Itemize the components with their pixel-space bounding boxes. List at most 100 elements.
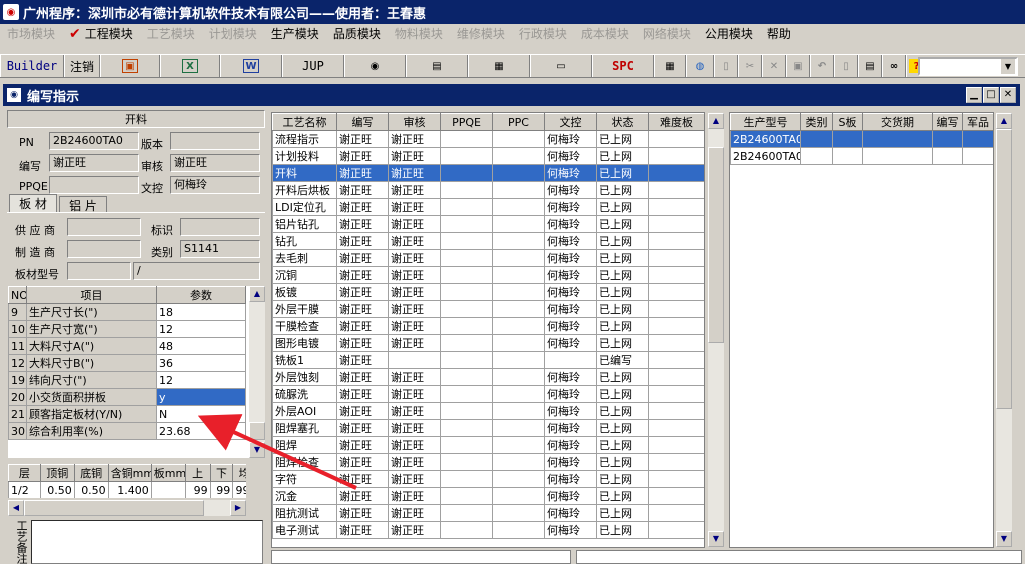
maker-field[interactable] <box>67 240 141 258</box>
review-field[interactable]: 谢正旺 <box>170 154 260 172</box>
table-row[interactable]: LDI定位孔 谢正旺 谢正旺 何梅玲 已上网 <box>272 198 704 216</box>
calendar-button[interactable]: ▦ <box>654 55 686 77</box>
table-row[interactable]: 阻抗测试 谢正旺 谢正旺 何梅玲 已上网 <box>272 504 704 522</box>
table-row[interactable]: 开料后烘板 谢正旺 谢正旺 何梅玲 已上网 <box>272 181 704 199</box>
menu-item-3[interactable]: 计划模块 <box>202 24 264 44</box>
toolbar-combo[interactable] <box>918 57 1018 76</box>
process-header[interactable]: PPQE <box>440 113 493 131</box>
scroll-right-arrow-icon[interactable]: ▶ <box>230 500 246 516</box>
scroll-down-arrow-icon[interactable]: ▼ <box>708 531 724 547</box>
table-row[interactable]: 阻焊检查 谢正旺 谢正旺 何梅玲 已上网 <box>272 453 704 471</box>
version-field[interactable] <box>170 132 260 150</box>
menu-item-11[interactable]: 公用模块 <box>698 24 760 44</box>
delete-button[interactable]: ✕ <box>762 55 786 77</box>
table-row[interactable]: 30 综合利用率(%) 23.68 <box>8 422 246 440</box>
layer-header[interactable]: 顶铜 <box>39 464 75 482</box>
process-grid[interactable]: 工艺名称 编写 审核 PPQE PPC 文控 状态 难度板 流程指示 谢正旺 谢正旺 何梅玲 已上网计… <box>271 112 705 548</box>
ppqe-field[interactable] <box>49 176 139 194</box>
params-scrollbar[interactable]: ▲ ▼ <box>249 286 265 458</box>
param-header[interactable]: 项目 <box>26 286 157 304</box>
doc-control-field[interactable]: 何梅玲 <box>170 176 260 194</box>
scroll-thumb[interactable] <box>249 422 265 440</box>
scroll-up-arrow-icon[interactable]: ▲ <box>249 286 265 302</box>
print-button[interactable]: ▤ <box>858 55 882 77</box>
table-row[interactable]: 1/20.500.501.400999999. <box>8 481 246 498</box>
table-row[interactable]: 沉铜 谢正旺 谢正旺 何梅玲 已上网 <box>272 266 704 284</box>
model-grid[interactable]: 生产型号 类别 S板 交货期 编写 军品 2B24600TA0 2B24600TA0 <box>729 112 994 548</box>
close-button[interactable]: ✕ <box>1000 87 1016 103</box>
param-header[interactable]: 参数 <box>156 286 246 304</box>
process-header[interactable]: 审核 <box>388 113 441 131</box>
table-row[interactable]: 去毛刺 谢正旺 谢正旺 何梅玲 已上网 <box>272 249 704 267</box>
spc-button[interactable]: SPC <box>592 55 654 77</box>
scroll-up-arrow-icon[interactable]: ▲ <box>708 113 724 129</box>
category-field[interactable]: S1141 <box>180 240 260 258</box>
table-row[interactable]: 19 纬向尺寸(") 12 <box>8 371 246 389</box>
view-button[interactable]: ◉ <box>344 55 406 77</box>
process-header[interactable]: 难度板 <box>648 113 704 131</box>
menu-item-4[interactable]: 生产模块 <box>264 24 326 44</box>
param-header[interactable]: NO <box>8 286 27 304</box>
layers-hscrollbar[interactable]: ◀ ▶ <box>8 500 246 516</box>
table-row[interactable]: 21 顾客指定板材(Y/N) N <box>8 405 246 423</box>
layer-header[interactable]: 上 <box>184 464 211 482</box>
table-row[interactable]: 铣板1 谢正旺 已编写 <box>272 351 704 369</box>
table-row[interactable]: 计划投料 谢正旺 谢正旺 何梅玲 已上网 <box>272 147 704 165</box>
layer-header[interactable]: 板mm <box>150 464 186 482</box>
save-button[interactable]: ▣ <box>786 55 810 77</box>
table-row[interactable]: 字符 谢正旺 谢正旺 何梅玲 已上网 <box>272 470 704 488</box>
board-model-field-2[interactable]: / <box>133 262 260 280</box>
model-header[interactable]: S板 <box>832 113 863 131</box>
table-row[interactable]: 钻孔 谢正旺 谢正旺 何梅玲 已上网 <box>272 232 704 250</box>
table-row[interactable]: 10 生产尺寸宽(") 12 <box>8 320 246 338</box>
network-button[interactable]: ▦ <box>468 55 530 77</box>
layer-header[interactable]: 下 <box>209 464 234 482</box>
model-header[interactable]: 生产型号 <box>730 113 801 131</box>
scroll-up-arrow-icon[interactable]: ▲ <box>996 113 1012 129</box>
scroll-down-arrow-icon[interactable]: ▼ <box>996 531 1012 547</box>
table-row[interactable]: 阻焊 谢正旺 谢正旺 何梅玲 已上网 <box>272 436 704 454</box>
scroll-left-arrow-icon[interactable]: ◀ <box>8 500 24 516</box>
param-value-cell[interactable]: 23.68 <box>156 422 246 440</box>
table-row[interactable]: 硫脲洗 谢正旺 谢正旺 何梅玲 已上网 <box>272 385 704 403</box>
table-row[interactable]: 外层蚀刻 谢正旺 谢正旺 何梅玲 已上网 <box>272 368 704 386</box>
param-value-cell[interactable]: 12 <box>156 320 246 338</box>
hscroll-thumb[interactable] <box>24 500 204 516</box>
param-value-cell[interactable]: 48 <box>156 337 246 355</box>
table-row[interactable]: 流程指示 谢正旺 谢正旺 何梅玲 已上网 <box>272 130 704 148</box>
builder-button[interactable]: Builder <box>0 55 64 77</box>
table-row[interactable]: 干膜检查 谢正旺 谢正旺 何梅玲 已上网 <box>272 317 704 335</box>
scroll-thumb[interactable] <box>708 147 724 343</box>
ppt-export-button[interactable]: ▣ <box>100 55 160 77</box>
model-header[interactable]: 编写 <box>932 113 963 131</box>
layer-header[interactable]: 均 <box>232 464 246 482</box>
table-row[interactable]: 11 大料尺寸A(") 48 <box>8 337 246 355</box>
process-detail-field[interactable] <box>576 550 1022 564</box>
scroll-thumb[interactable] <box>996 129 1012 409</box>
process-header[interactable]: PPC <box>492 113 545 131</box>
model-header[interactable]: 军品 <box>962 113 993 131</box>
menu-item-6[interactable]: 物料模块 <box>388 24 450 44</box>
layer-header[interactable]: 层 <box>8 464 41 482</box>
find-button[interactable]: ∞ <box>882 55 906 77</box>
menu-item-10[interactable]: 网络模块 <box>636 24 698 44</box>
scroll-down-arrow-icon[interactable]: ▼ <box>249 442 265 458</box>
param-value-cell[interactable]: 36 <box>156 354 246 372</box>
process-header[interactable]: 编写 <box>336 113 389 131</box>
word-export-button[interactable]: W <box>220 55 282 77</box>
table-row[interactable]: 2B24600TA0 <box>730 147 993 165</box>
table-row[interactable]: 电子测试 谢正旺 谢正旺 何梅玲 已上网 <box>272 521 704 539</box>
board-model-field[interactable] <box>67 262 131 280</box>
layers-grid[interactable]: 层顶铜底铜含铜mm板mm上下均 1/20.500.501.400999999. <box>8 464 246 498</box>
table-row[interactable]: 沉金 谢正旺 谢正旺 何梅玲 已上网 <box>272 487 704 505</box>
table-row[interactable]: 图形电镀 谢正旺 谢正旺 何梅玲 已上网 <box>272 334 704 352</box>
menu-item-1[interactable]: 工程模块 <box>62 24 140 44</box>
supplier-field[interactable] <box>67 218 141 236</box>
process-header[interactable]: 状态 <box>596 113 649 131</box>
process-memo-field[interactable] <box>271 550 571 564</box>
param-value-cell[interactable]: 18 <box>156 303 246 321</box>
table-row[interactable]: 2B24600TA0 <box>730 130 993 148</box>
model-header[interactable]: 交货期 <box>862 113 933 131</box>
process-header[interactable]: 文控 <box>544 113 597 131</box>
params-grid[interactable]: NO 项目 参数 9 生产尺寸长(") 18 10 生产尺寸宽(") 12 11 大料尺寸A(")… <box>8 286 249 458</box>
